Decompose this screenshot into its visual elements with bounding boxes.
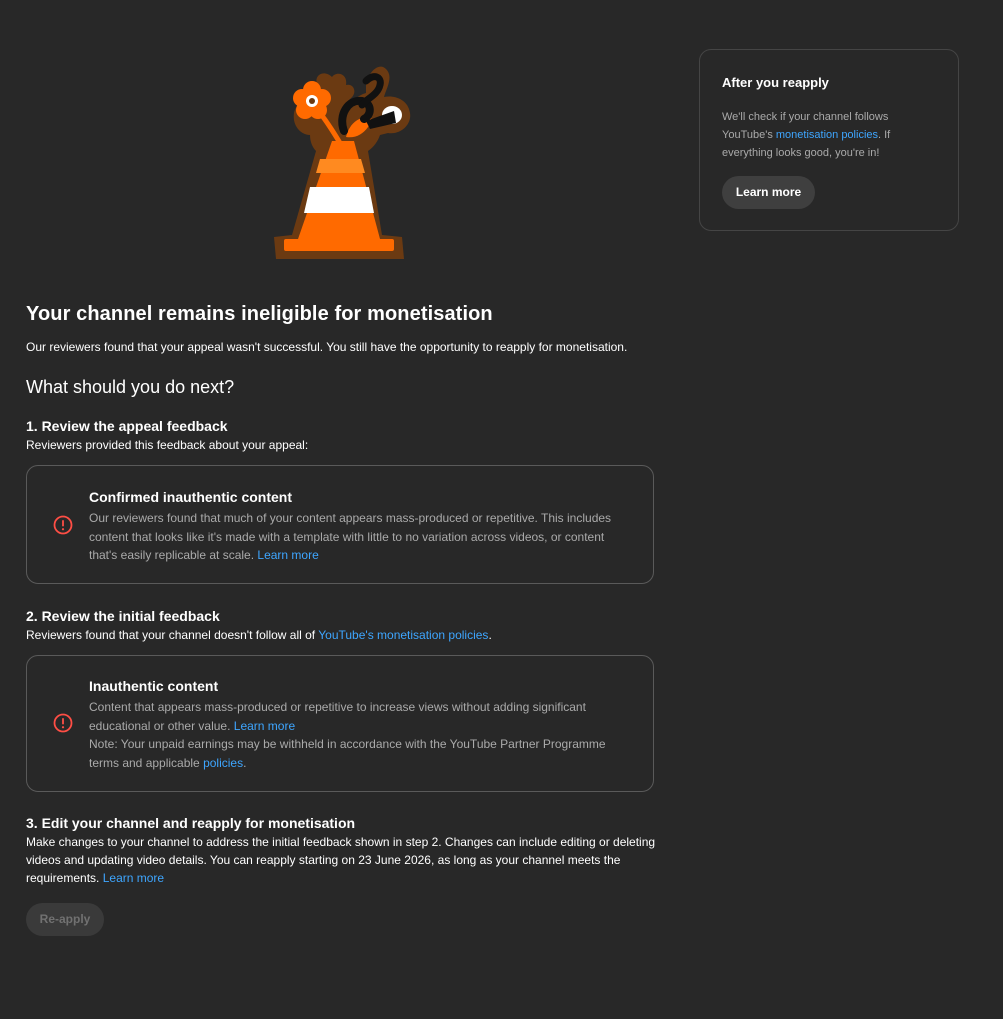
card-body-text: Content that appears mass-produced or re… <box>89 700 586 733</box>
card-text: Our reviewers found that much of your co… <box>89 509 627 565</box>
learn-more-link[interactable]: Learn more <box>257 548 318 562</box>
traffic-cone-illustration <box>274 66 411 259</box>
feedback-card-appeal: Confirmed inauthentic content Our review… <box>26 465 654 584</box>
after-reapply-card: After you reapply We'll check if your ch… <box>699 49 959 231</box>
reapply-button[interactable]: Re-apply <box>26 903 104 936</box>
step-description: Make changes to your channel to address … <box>26 833 656 887</box>
card-title: Confirmed inauthentic content <box>89 489 292 505</box>
step-title: 1. Review the appeal feedback <box>26 418 228 434</box>
card-body-text: Our reviewers found that much of your co… <box>89 511 612 562</box>
punctuation: . <box>243 755 247 770</box>
step-review-appeal: 1. Review the appeal feedback Reviewers … <box>26 418 656 454</box>
card-text: Content that appears mass-produced or re… <box>89 698 627 772</box>
next-steps-heading: What should you do next? <box>26 377 235 397</box>
step-title: 2. Review the initial feedback <box>26 608 220 624</box>
page-title: Your channel remains ineligible for mone… <box>26 303 493 325</box>
step-title: 3. Edit your channel and reapply for mon… <box>26 815 356 831</box>
step-description: Reviewers found that your channel doesn'… <box>26 626 656 644</box>
card-title: After you reapply <box>722 75 829 90</box>
card-text: We'll check if your channel follows YouT… <box>722 108 932 162</box>
alert-circle-icon <box>53 515 73 535</box>
monetisation-policies-link[interactable]: monetisation policies <box>776 129 878 141</box>
learn-more-link[interactable]: Learn more <box>234 719 295 733</box>
step-review-initial: 2. Review the initial feedback Reviewers… <box>26 608 656 644</box>
policies-link[interactable]: policies <box>203 756 243 770</box>
card-note-text: Note: Your unpaid earnings may be withhe… <box>89 737 606 770</box>
feedback-card-initial: Inauthentic content Content that appears… <box>26 655 654 792</box>
step-description: Reviewers provided this feedback about y… <box>26 438 309 452</box>
alert-circle-icon <box>53 713 73 733</box>
punctuation: . <box>488 628 492 642</box>
learn-more-button[interactable]: Learn more <box>722 176 815 209</box>
card-title: Inauthentic content <box>89 678 219 694</box>
monetisation-policies-link[interactable]: YouTube's monetisation policies <box>318 628 488 642</box>
step-description-text: Reviewers found that your channel doesn'… <box>26 628 319 642</box>
step-edit-reapply: 3. Edit your channel and reapply for mon… <box>26 815 656 887</box>
learn-more-link[interactable]: Learn more <box>103 871 164 885</box>
page-subtitle: Our reviewers found that your appeal was… <box>26 340 628 354</box>
